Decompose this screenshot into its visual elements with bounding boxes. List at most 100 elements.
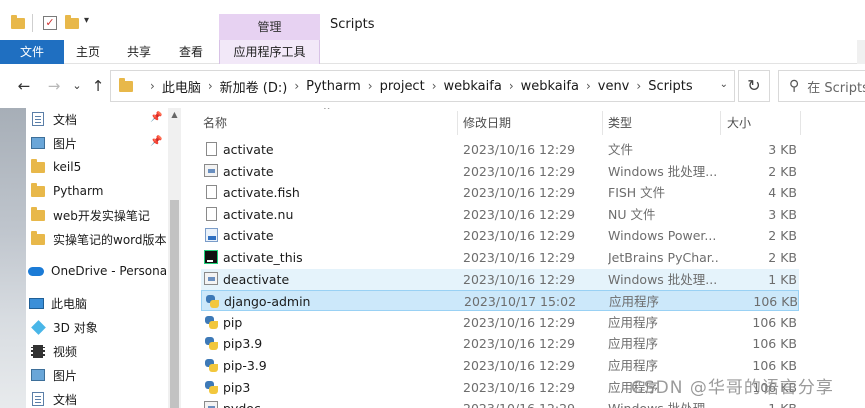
column-header-name[interactable]: 名称 xyxy=(203,111,453,135)
window-title: Scripts xyxy=(330,17,375,32)
sidebar-item-documents[interactable]: 文档 xyxy=(30,108,168,130)
pin-icon[interactable]: 📌 xyxy=(150,112,162,123)
column-divider[interactable] xyxy=(720,111,721,135)
back-arrow-icon[interactable]: ← xyxy=(14,76,34,96)
address-dropdown-icon[interactable]: ⌄ xyxy=(720,79,728,90)
file-type: 应用程序 xyxy=(608,336,659,352)
sidebar-item-documents-pc[interactable]: 文档 xyxy=(30,388,168,408)
video-icon xyxy=(30,343,46,359)
file-name: pip xyxy=(223,314,243,330)
file-name: django-admin xyxy=(224,294,311,310)
column-divider[interactable] xyxy=(602,111,603,135)
sidebar-item-onedrive[interactable]: OneDrive - Personal xyxy=(28,260,170,282)
table-row[interactable]: activate 2023/10/16 12:29 Windows 批处理... 2 … xyxy=(201,161,799,182)
sidebar-item-keil5[interactable]: keil5 xyxy=(30,156,168,178)
navigation-bar: ← → ⌄ ↑ › 此电脑 › 新加卷 (D:) › Pytharm › pro… xyxy=(0,64,865,108)
address-bar[interactable]: › 此电脑 › 新加卷 (D:) › Pytharm › project › w… xyxy=(110,70,735,102)
onedrive-icon xyxy=(28,263,44,279)
file-size: 2 KB xyxy=(768,163,797,179)
breadcrumb-separator[interactable]: › xyxy=(294,79,299,93)
python-exe-icon xyxy=(204,358,219,373)
sidebar-item-pictures-pc[interactable]: 图片 xyxy=(30,364,168,386)
file-modified-date: 2023/10/16 12:29 xyxy=(463,379,576,395)
sidebar-item-this-pc[interactable]: 此电脑 xyxy=(28,292,166,314)
properties-check-icon[interactable]: ✓ xyxy=(42,14,58,32)
file-modified-date: 2023/10/16 12:29 xyxy=(463,314,576,330)
recent-locations-chevron-icon[interactable]: ⌄ xyxy=(70,76,84,96)
python-exe-icon xyxy=(204,380,219,395)
breadcrumb-webkaifa-inner[interactable]: webkaifa xyxy=(521,79,579,94)
manage-context-tab[interactable]: 管理 xyxy=(219,14,320,40)
file-name: activate xyxy=(223,163,274,179)
file-type: Windows Power... xyxy=(608,228,717,244)
sidebar-scrollbar-thumb[interactable] xyxy=(170,200,179,408)
powershell-script-icon xyxy=(204,228,219,243)
column-divider[interactable] xyxy=(800,111,801,135)
table-row[interactable]: activate 2023/10/16 12:29 Windows Power...… xyxy=(201,225,799,246)
table-row[interactable]: activate.nu 2023/10/16 12:29 NU 文件 3 KB xyxy=(201,204,799,225)
table-row[interactable]: django-admin 2023/10/17 15:02 应用程序 106 KB xyxy=(201,290,799,312)
breadcrumb-scripts[interactable]: Scripts xyxy=(648,79,692,94)
tab-share[interactable]: 共享 xyxy=(113,40,165,64)
file-name: activate xyxy=(223,142,274,157)
this-pc-icon xyxy=(28,295,44,311)
table-row[interactable]: activate_this 2023/10/16 12:29 JetBrains P… xyxy=(201,247,799,268)
table-row[interactable]: deactivate 2023/10/16 12:29 Windows 批处理...… xyxy=(201,268,799,290)
breadcrumb-drive-d[interactable]: 新加卷 (D:) xyxy=(220,77,288,96)
sidebar-item-word-notes[interactable]: 实操笔记的word版本 xyxy=(30,228,168,250)
breadcrumb-separator[interactable]: › xyxy=(509,79,514,93)
column-divider[interactable] xyxy=(457,111,458,135)
sidebar-item-videos[interactable]: 视频 xyxy=(30,340,168,362)
quick-access-dropdown-icon[interactable]: ▾ xyxy=(84,15,89,26)
pin-icon[interactable]: 📌 xyxy=(150,136,162,147)
breadcrumb-webkaifa[interactable]: webkaifa xyxy=(444,79,502,94)
navigation-pane: 文档 📌 图片 📌 keil5 Pytharm web开发实操笔记 实操笔记的w… xyxy=(0,108,181,408)
breadcrumb-separator[interactable]: › xyxy=(368,79,373,93)
up-arrow-icon[interactable]: ↑ xyxy=(89,76,107,96)
table-row[interactable]: pydoc 2023/10/16 12:29 Windows 批处理...1 KB xyxy=(201,398,799,408)
new-folder-icon[interactable] xyxy=(64,14,80,32)
sidebar-item-web-notes[interactable]: web开发实操笔记 xyxy=(30,204,168,226)
tab-file[interactable]: 文件 xyxy=(0,40,64,64)
file-icon xyxy=(204,185,219,200)
quick-access-folder-icon[interactable] xyxy=(10,14,26,32)
quick-access-divider xyxy=(32,14,33,32)
column-header-date[interactable]: 修改日期 xyxy=(463,111,603,135)
breadcrumb-this-pc[interactable]: 此电脑 xyxy=(162,77,201,96)
tab-application-tools[interactable]: 应用程序工具 xyxy=(219,40,320,64)
breadcrumb-project[interactable]: project xyxy=(380,79,425,94)
sidebar-item-label: 实操笔记的word版本 xyxy=(53,232,167,247)
table-row[interactable]: activate.fish 2023/10/16 12:29 FISH 文件 4 KB xyxy=(201,182,799,203)
tab-view[interactable]: 查看 xyxy=(166,40,216,64)
breadcrumb-separator[interactable]: › xyxy=(586,79,591,93)
search-input[interactable]: ⚲ 在 Scripts 中搜索 xyxy=(778,70,865,102)
forward-arrow-icon[interactable]: → xyxy=(44,76,64,96)
column-header-type[interactable]: 类型 xyxy=(608,111,720,135)
sidebar-item-3d-objects[interactable]: 3D 对象 xyxy=(30,316,168,338)
folder-icon xyxy=(30,158,46,175)
breadcrumb-separator[interactable]: › xyxy=(636,79,641,93)
sidebar-item-pictures[interactable]: 图片 xyxy=(30,132,168,154)
file-type: NU 文件 xyxy=(608,206,656,222)
table-row[interactable]: pip 2023/10/16 12:29 应用程序 106 KB xyxy=(201,312,799,333)
file-type: 应用程序 xyxy=(608,314,659,330)
refresh-icon[interactable]: ↻ xyxy=(738,70,770,102)
file-modified-date: 2023/10/16 12:29 xyxy=(463,398,603,408)
tab-home[interactable]: 主页 xyxy=(64,40,112,64)
scroll-up-arrow-icon[interactable]: ▲ xyxy=(168,108,181,122)
document-icon xyxy=(30,391,46,407)
breadcrumb: › 此电脑 › 新加卷 (D:) › Pytharm › project › w… xyxy=(119,71,693,101)
file-size: 2 KB xyxy=(768,250,797,265)
file-name: deactivate xyxy=(223,271,290,287)
sidebar-item-pytharm[interactable]: Pytharm xyxy=(30,180,168,202)
breadcrumb-separator[interactable]: › xyxy=(208,79,213,93)
breadcrumb-separator[interactable]: › xyxy=(432,79,437,93)
ribbon-tabs: 文件 主页 共享 查看 应用程序工具 xyxy=(0,40,865,64)
breadcrumb-venv[interactable]: venv xyxy=(598,79,630,94)
table-row[interactable]: pip3.9 2023/10/16 12:29 应用程序 106 KB xyxy=(201,333,799,354)
search-icon: ⚲ xyxy=(789,78,800,94)
breadcrumb-pytharm[interactable]: Pytharm xyxy=(306,79,361,94)
file-size: 1 KB xyxy=(768,271,797,287)
column-header-size[interactable]: 大小 xyxy=(727,111,797,135)
table-row[interactable]: activate 2023/10/16 12:29 文件 3 KB xyxy=(201,139,799,160)
